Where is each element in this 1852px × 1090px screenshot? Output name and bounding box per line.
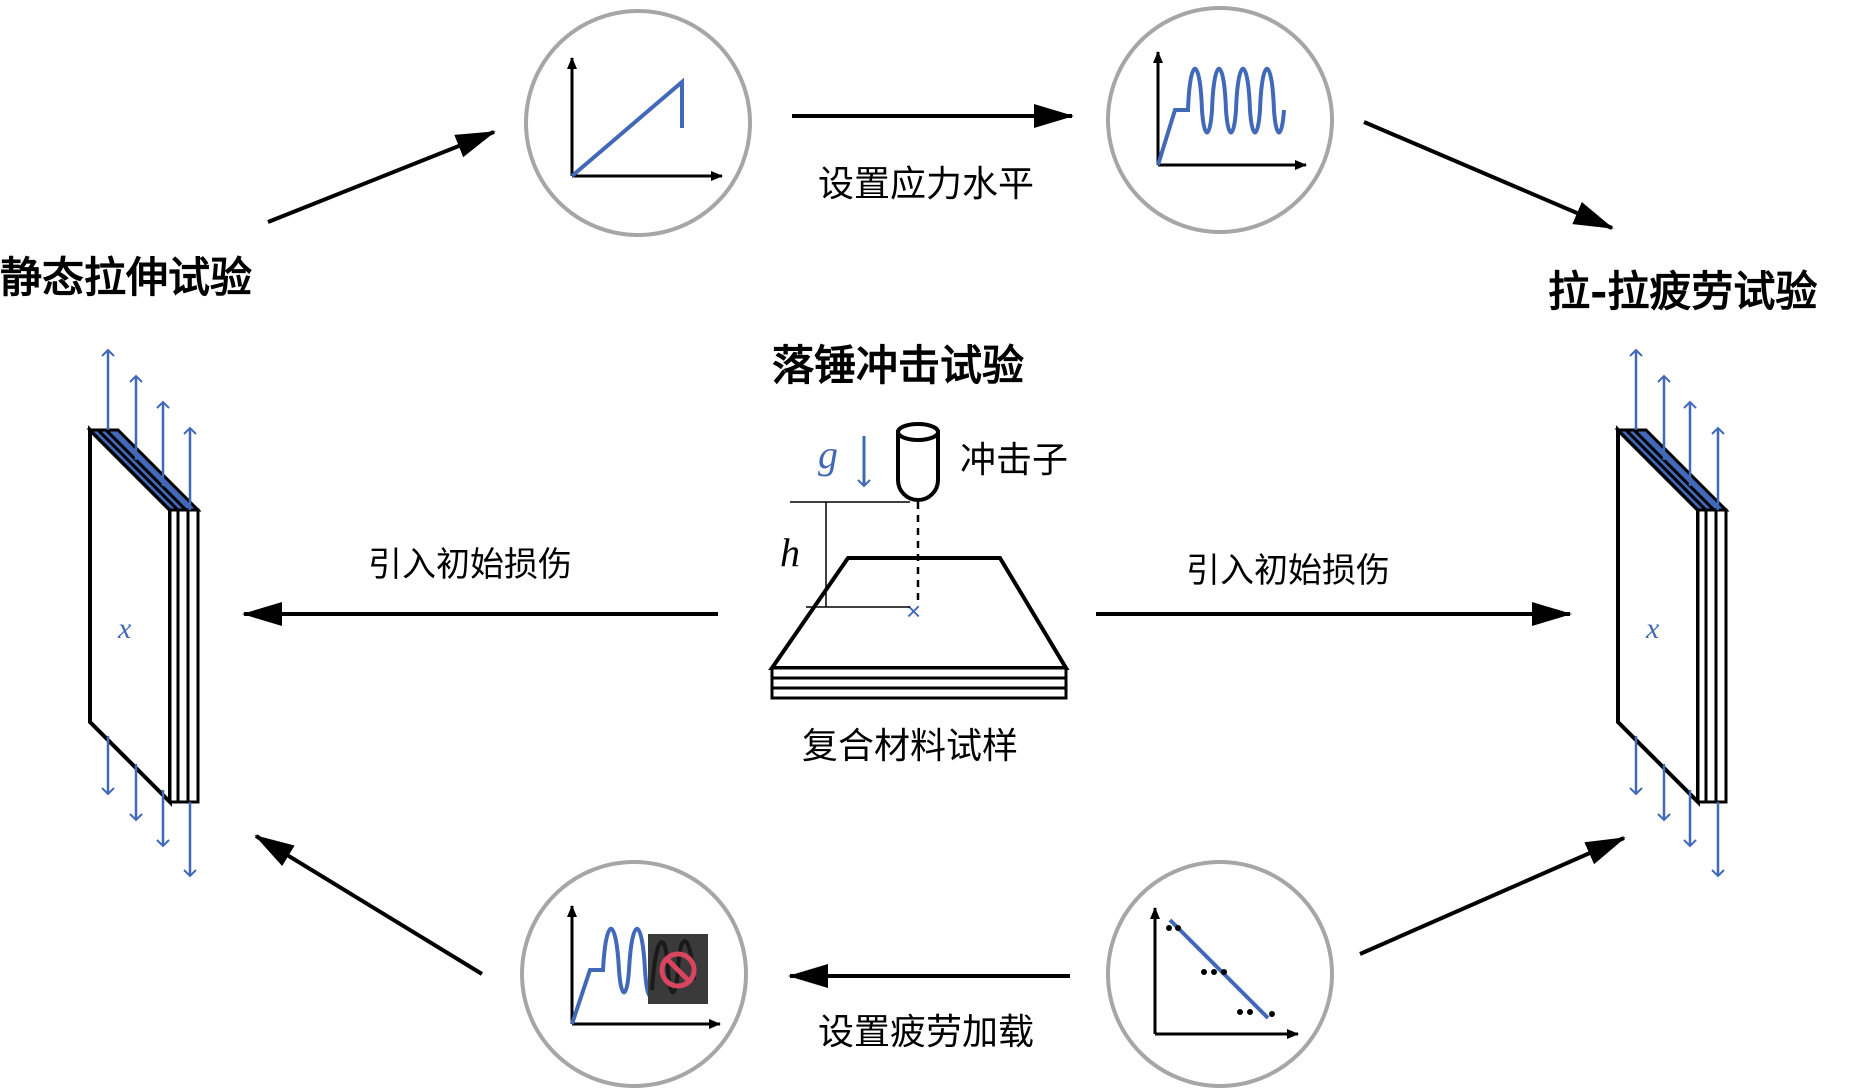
fatigue-specimen: x xyxy=(1614,348,1730,878)
arrow-to-static xyxy=(254,834,484,976)
arrow-fatigue-to-sn xyxy=(1359,836,1626,956)
impact-test-label: 落锤冲击试验 xyxy=(772,341,1024,390)
stop-circle xyxy=(520,860,748,1088)
static-test-label: 静态拉伸试验 xyxy=(0,253,252,302)
fatigue-wave-icon xyxy=(1106,6,1334,234)
set-fatigue-label: 设置疲劳加载 xyxy=(818,1012,1034,1053)
test-workflow-diagram: x x × 静态拉伸试验 拉-拉疲劳试验 落锤冲击试验 复合材料试样 冲击子 设… xyxy=(0,6,1817,1088)
impactor-top xyxy=(896,422,940,442)
static-curve-icon xyxy=(524,9,752,237)
arrow-static-to-curve xyxy=(267,130,496,224)
static-specimen: x xyxy=(86,348,202,878)
intro-damage-left-label: 引入初始损伤 xyxy=(368,545,572,585)
gravity-symbol: g xyxy=(818,432,838,477)
impactor xyxy=(896,430,940,502)
fatigue-test-label: 拉-拉疲劳试验 xyxy=(1548,267,1817,316)
intro-damage-right-label: 引入初始损伤 xyxy=(1186,551,1390,591)
fatigue-circle xyxy=(1106,6,1334,234)
fatigue-damage-mark: x xyxy=(1645,612,1660,645)
static-damage-mark: x xyxy=(117,612,132,645)
arrow-to-fatigue-test xyxy=(1363,120,1614,230)
set-stress-label: 设置应力水平 xyxy=(818,164,1034,205)
height-symbol: h xyxy=(780,530,800,575)
static-circle xyxy=(524,9,752,237)
plate-layer-3 xyxy=(770,686,1068,700)
sn-circle xyxy=(1106,860,1334,1088)
fatigue-stop-icon xyxy=(520,860,748,1088)
sn-plot-icon xyxy=(1106,860,1334,1088)
impactor-label: 冲击子 xyxy=(960,440,1068,481)
specimen-label: 复合材料试样 xyxy=(802,726,1018,767)
impact-point-mark: × xyxy=(906,596,921,626)
